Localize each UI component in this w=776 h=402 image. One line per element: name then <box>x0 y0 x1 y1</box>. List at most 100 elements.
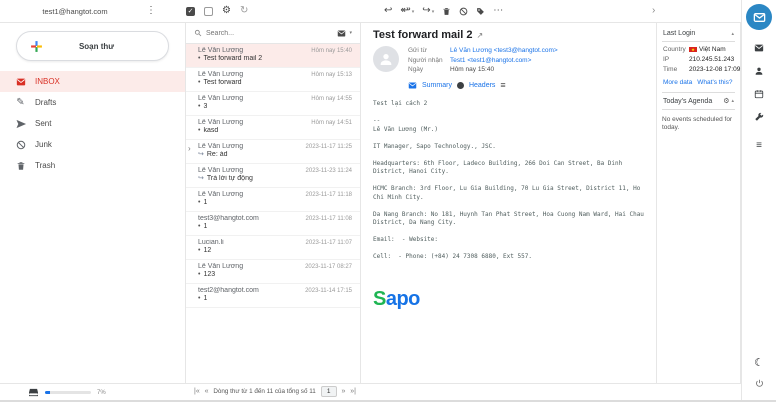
dark-mode-toggle[interactable]: ☾ <box>754 356 764 369</box>
person-icon <box>755 67 763 75</box>
message-date: Hôm nay 15:13 <box>311 72 352 78</box>
status-dot-icon: • <box>198 79 201 86</box>
settings-gear-icon[interactable]: ⚙ <box>222 6 231 16</box>
sidebar-item-junk[interactable]: Junk <box>0 134 185 155</box>
page-number-input[interactable] <box>320 386 337 397</box>
layout-toggle-icon[interactable] <box>204 6 213 16</box>
compose-button[interactable]: Soạn thư <box>16 31 169 61</box>
delete-button[interactable] <box>442 7 451 16</box>
message-row[interactable]: test3@hangtot.com 2023-11-17 11:08 • 1 <box>186 212 360 236</box>
more-button[interactable]: ⋯ <box>493 5 503 17</box>
message-subject: 1 <box>203 199 208 206</box>
sidebar-item-drafts[interactable]: ✎ Drafts <box>0 92 185 113</box>
sapo-logo-apo: apo <box>385 287 421 310</box>
menu-icon: ≡ <box>756 140 762 151</box>
message-row[interactable]: Lê Văn Lương Hôm nay 14:51 • kasd <box>186 116 360 140</box>
message-date: 2023-11-23 11:24 <box>305 168 352 174</box>
message-row[interactable]: Lê Văn Lương 2023-11-23 11:24 ↪ Trả lời tự… <box>186 164 360 188</box>
junk-button[interactable] <box>459 7 468 16</box>
message-row[interactable]: Lê Văn Lương Hôm nay 15:40 • Test forward … <box>186 44 360 68</box>
logout-button[interactable] <box>755 379 764 388</box>
whats-this-link[interactable]: What's this? <box>697 79 732 86</box>
sidebar-item-sent[interactable]: Sent <box>0 113 185 134</box>
more-data-link[interactable]: More data <box>663 79 692 86</box>
top-bar: test1@hangtot.com ⋮ ✓ ⚙ ↻ ↩ ↩ ▾ ↪ ▾ ⋯ › <box>0 0 741 23</box>
message-row[interactable]: Lê Văn Lương 2023-11-17 08:27 • 123 <box>186 260 360 284</box>
message-date: Hôm nay 14:55 <box>311 96 352 102</box>
message-subject: 123 <box>203 271 216 278</box>
quota-fill <box>45 391 50 394</box>
message-sender: test3@hangtot.com <box>198 215 259 222</box>
folder-label: INBOX <box>35 77 60 86</box>
mail-toolbar: ↩ ↩ ▾ ↪ ▾ ⋯ <box>384 4 503 18</box>
country-label: Country <box>663 46 686 53</box>
pencil-icon: ✎ <box>16 96 25 108</box>
collapse-icon[interactable]: ▴ <box>731 98 734 104</box>
account-menu-icon[interactable]: ⋮ <box>146 5 156 16</box>
list-options-button[interactable]: ▾ <box>337 29 352 38</box>
folder-sidebar: Soạn thư INBOX ✎ Drafts Sent Junk Trash <box>0 23 185 383</box>
select-all-checkbox[interactable]: ✓ <box>186 6 195 16</box>
message-row[interactable]: Lê Văn Lương Hôm nay 15:13 • Test forward <box>186 68 360 92</box>
message-row[interactable]: › Lê Văn Lương 2023-11-17 11:25 ↪ Re: ád <box>186 140 360 164</box>
trash-icon <box>15 161 26 171</box>
rail-settings-button[interactable] <box>754 112 764 122</box>
message-subject: Re: ád <box>206 151 228 158</box>
replied-icon: ↪ <box>198 175 204 182</box>
message-row[interactable]: Lucian.li 2023-11-17 11:07 • 12 <box>186 236 360 260</box>
message-date: 2023-11-14 17:15 <box>305 288 352 294</box>
status-dot-icon: • <box>198 199 201 206</box>
junk-icon <box>459 7 468 15</box>
message-date: 2023-11-17 11:07 <box>305 240 352 246</box>
rail-mail-button[interactable] <box>754 43 764 53</box>
mail-view: Test forward mail 2 ↗ Gửi từ Lê Văn Lương… <box>361 23 657 383</box>
chevron-down-icon: ▾ <box>411 9 415 15</box>
refresh-icon[interactable]: ↻ <box>240 6 248 16</box>
message-subject: Test forward <box>203 79 242 86</box>
collapse-icon[interactable]: ▴ <box>731 31 734 37</box>
account-email[interactable]: test1@hangtot.com <box>14 0 136 23</box>
message-row[interactable]: Lê Văn Lương 2023-11-17 11:18 • 1 <box>186 188 360 212</box>
reply-all-button[interactable]: ↩ ▾ <box>400 5 414 17</box>
tab-headers[interactable]: Headers <box>469 82 495 89</box>
ip-value: 210.245.51.243 <box>689 56 735 63</box>
gear-icon[interactable]: ⚙ <box>723 97 729 105</box>
open-in-new-window-icon[interactable]: ↗ <box>476 31 483 40</box>
message-sender: Lê Văn Lương <box>198 119 244 126</box>
from-value[interactable]: Lê Văn Lương <test3@hangtot.com> <box>450 47 558 54</box>
rail-contacts-button[interactable] <box>754 66 764 76</box>
message-row[interactable]: Lê Văn Lương Hôm nay 14:55 • 3 <box>186 92 360 116</box>
avatar <box>373 46 399 72</box>
message-subject: Trả lời tự động <box>206 175 253 182</box>
replied-icon: ↪ <box>198 151 204 158</box>
last-page-button[interactable]: »| <box>350 388 356 395</box>
rail-calendar-button[interactable] <box>754 89 764 99</box>
person-icon <box>380 54 392 65</box>
message-menu-icon[interactable]: ≡ <box>500 80 505 90</box>
search-input[interactable] <box>206 29 334 37</box>
message-sender: Lê Văn Lương <box>198 167 244 174</box>
forward-button[interactable]: ↪ ▾ <box>422 5 434 17</box>
reply-button[interactable]: ↩ <box>384 5 392 17</box>
trash-icon <box>443 7 450 15</box>
thread-expand-icon[interactable]: › <box>188 144 191 153</box>
to-value[interactable]: Test1 <test1@hangtot.com> <box>450 57 531 64</box>
reply-icon: ↩ <box>384 5 393 16</box>
rail-menu-button[interactable]: ≡ <box>756 135 762 153</box>
status-dot-icon: • <box>198 55 201 62</box>
tag-button[interactable] <box>476 7 485 16</box>
tab-summary[interactable]: Summary <box>422 82 452 89</box>
message-date: Hôm nay 14:51 <box>311 120 352 126</box>
next-page-button[interactable]: » <box>342 388 346 395</box>
folder-label: Junk <box>35 140 52 149</box>
app-logo[interactable] <box>746 4 772 30</box>
first-page-button[interactable]: |« <box>194 388 200 395</box>
collapse-panel-arrow[interactable]: › <box>652 5 655 16</box>
sidebar-item-trash[interactable]: Trash <box>0 155 185 176</box>
prev-page-button[interactable]: « <box>205 388 209 395</box>
message-row[interactable]: test2@hangtot.com 2023-11-14 17:15 • 1 <box>186 284 360 308</box>
mail-subject: Test forward mail 2 <box>373 29 473 41</box>
sidebar-item-inbox[interactable]: INBOX <box>0 71 185 92</box>
chevron-down-icon: ▾ <box>431 9 435 15</box>
envelope-icon <box>408 82 417 88</box>
